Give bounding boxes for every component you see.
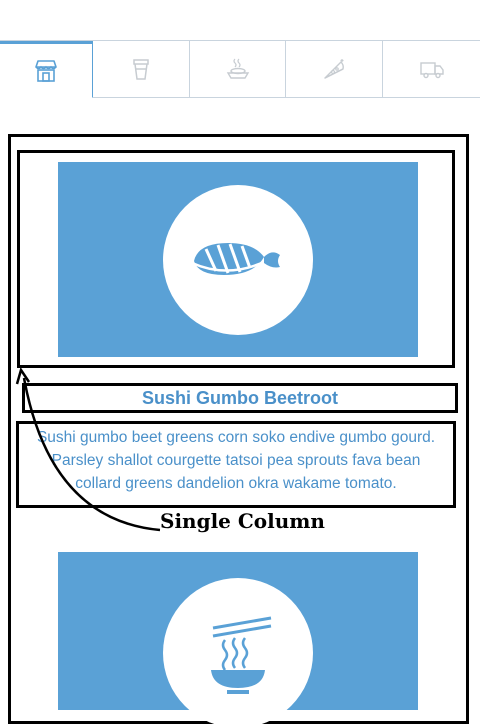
noodle-bowl-icon <box>211 616 272 694</box>
annotation-label: Single Column <box>160 509 325 533</box>
second-image-circle <box>163 578 313 728</box>
second-card-image <box>58 552 418 728</box>
